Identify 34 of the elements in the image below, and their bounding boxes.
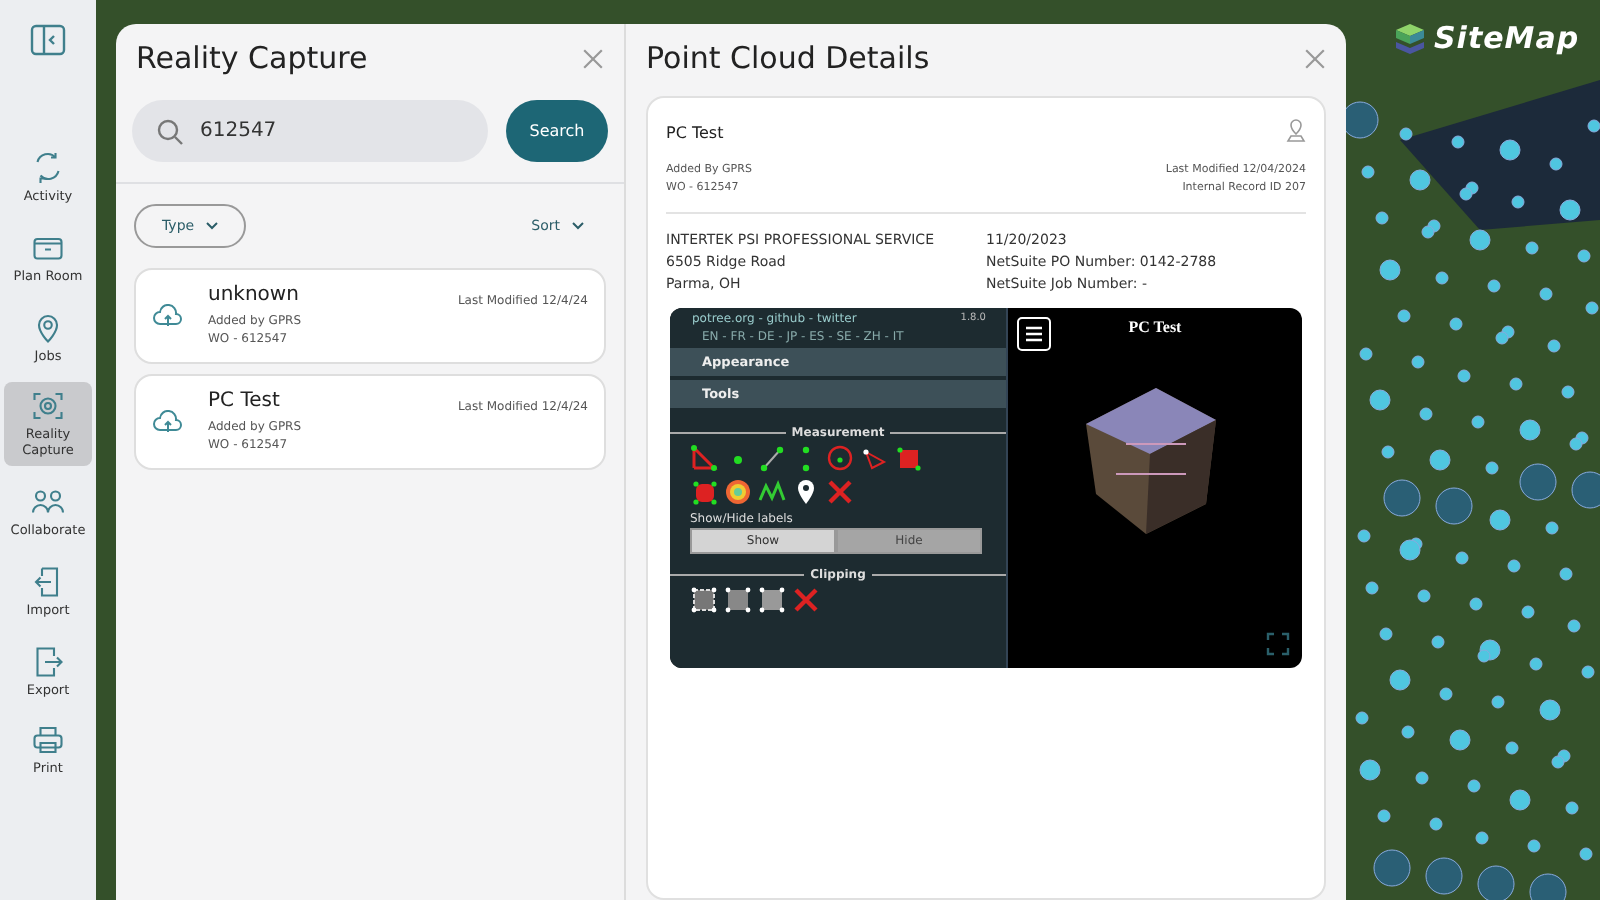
printer-icon (30, 722, 66, 759)
caret-icon (572, 222, 584, 230)
search-button[interactable]: Search (506, 100, 608, 162)
clip-box-icon[interactable] (758, 585, 786, 614)
caret-icon (206, 222, 219, 230)
menu-icon[interactable] (1016, 315, 1052, 352)
scene-title: PC Test (1128, 317, 1182, 336)
panel-title: Reality Capture (136, 40, 368, 76)
export-icon (30, 643, 66, 680)
close-icon[interactable] (1304, 47, 1326, 69)
location-pin-icon[interactable] (792, 477, 820, 506)
result-name: unknown (208, 284, 301, 306)
search-field[interactable]: 612547 (132, 100, 488, 162)
camera-target-icon (30, 388, 66, 425)
cloud-upload-icon (152, 410, 184, 434)
layered-cube-logo-icon (1392, 20, 1428, 56)
clip-polygon-icon[interactable] (724, 585, 752, 614)
clip-volume-icon[interactable] (690, 585, 718, 614)
cloud-upload-icon (152, 304, 184, 328)
distance-icon[interactable] (758, 443, 786, 472)
angle-icon[interactable] (690, 443, 718, 472)
fullscreen-icon[interactable] (1266, 631, 1290, 656)
result-name: PC Test (208, 390, 282, 412)
point-cloud-name: PC Test (666, 124, 724, 142)
profile-icon[interactable] (758, 477, 786, 506)
logo-text: SiteMap (1434, 20, 1580, 56)
close-icon[interactable] (582, 47, 604, 69)
volume-icon[interactable] (894, 443, 922, 472)
collapse-panel-icon[interactable] (30, 24, 66, 56)
target-icon[interactable] (724, 477, 752, 506)
panel-title: Point Cloud Details (646, 40, 930, 76)
search-icon (156, 117, 184, 145)
sphere-volume-icon[interactable] (690, 477, 718, 506)
circle-icon[interactable] (826, 443, 854, 472)
